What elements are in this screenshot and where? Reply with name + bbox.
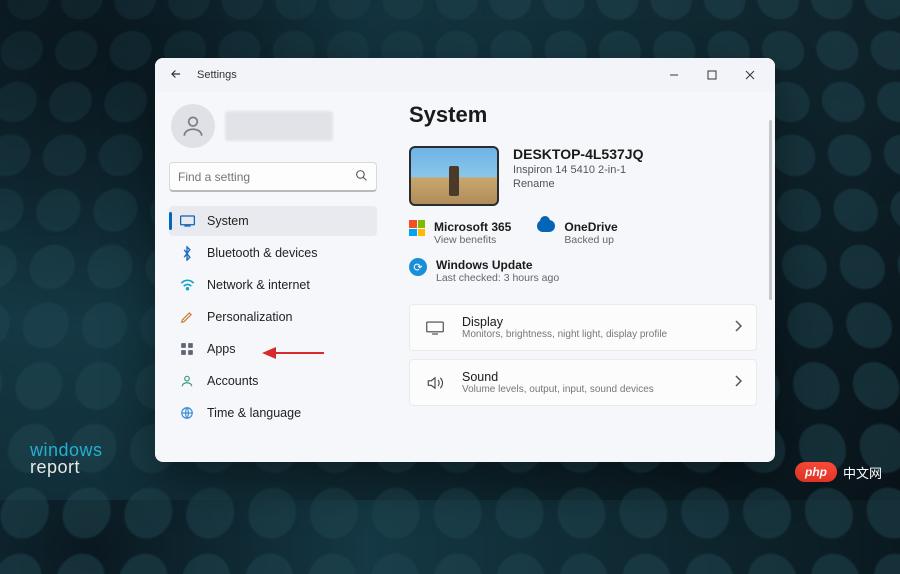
sidebar-item-label: Apps [207, 342, 236, 356]
back-button[interactable] [169, 67, 183, 84]
device-thumbnail [409, 146, 499, 206]
search-box[interactable] [169, 162, 377, 192]
search-icon [355, 169, 368, 185]
minimize-button[interactable] [655, 61, 693, 89]
device-name: DESKTOP-4L537JQ [513, 146, 643, 162]
sidebar-item-label: Time & language [207, 406, 301, 420]
scrollbar[interactable] [769, 120, 772, 300]
close-button[interactable] [731, 61, 769, 89]
sidebar-item-accounts[interactable]: Accounts [169, 366, 377, 396]
sidebar-item-label: Bluetooth & devices [207, 246, 318, 260]
page-title: System [409, 102, 757, 128]
sidebar-item-label: Accounts [207, 374, 258, 388]
status-windows-update[interactable]: ⟳ Windows Update Last checked: 3 hours a… [409, 258, 559, 284]
search-input[interactable] [178, 170, 355, 184]
titlebar: Settings [155, 58, 775, 92]
microsoft-icon [409, 220, 425, 236]
sidebar-item-system[interactable]: System [169, 206, 377, 236]
sidebar-item-time-language[interactable]: Time & language [169, 398, 377, 428]
maximize-button[interactable] [693, 61, 731, 89]
sidebar-item-label: Personalization [207, 310, 292, 324]
display-icon [424, 321, 446, 335]
sidebar-item-bluetooth[interactable]: Bluetooth & devices [169, 238, 377, 268]
settings-window: Settings [155, 58, 775, 462]
watermark-windowsreport: windows report [30, 442, 103, 476]
rename-link[interactable]: Rename [513, 178, 643, 190]
avatar [171, 104, 215, 148]
sound-icon [424, 376, 446, 390]
sidebar-item-network[interactable]: Network & internet [169, 270, 377, 300]
sidebar-item-label: System [207, 214, 249, 228]
chevron-right-icon [734, 320, 742, 335]
apps-icon [179, 341, 195, 357]
main-panel: System DESKTOP-4L537JQ Inspiron 14 5410 … [391, 92, 775, 462]
device-model: Inspiron 14 5410 2-in-1 [513, 164, 643, 176]
status-microsoft365[interactable]: Microsoft 365 View benefits [409, 220, 511, 246]
device-block[interactable]: DESKTOP-4L537JQ Inspiron 14 5410 2-in-1 … [409, 146, 757, 206]
personalization-icon [179, 309, 195, 325]
status-onedrive[interactable]: OneDrive Backed up [537, 220, 617, 246]
bluetooth-icon [179, 245, 195, 261]
sidebar-item-personalization[interactable]: Personalization [169, 302, 377, 332]
network-icon [179, 277, 195, 293]
time-language-icon [179, 405, 195, 421]
sidebar-item-label: Network & internet [207, 278, 310, 292]
watermark-php: php 中文网 [795, 462, 882, 482]
user-name-redacted [225, 111, 333, 141]
sidebar-item-apps[interactable]: Apps [169, 334, 377, 364]
sidebar: System Bluetooth & devices Network & int… [155, 92, 391, 462]
card-display[interactable]: Display Monitors, brightness, night ligh… [409, 304, 757, 351]
card-sound[interactable]: Sound Volume levels, output, input, soun… [409, 359, 757, 406]
onedrive-icon [537, 220, 555, 232]
chevron-right-icon [734, 375, 742, 390]
windows-update-icon: ⟳ [409, 258, 427, 276]
user-account-row[interactable] [169, 100, 377, 162]
accounts-icon [179, 373, 195, 389]
window-title: Settings [197, 69, 237, 81]
sidebar-nav: System Bluetooth & devices Network & int… [169, 206, 377, 428]
system-icon [179, 213, 195, 229]
